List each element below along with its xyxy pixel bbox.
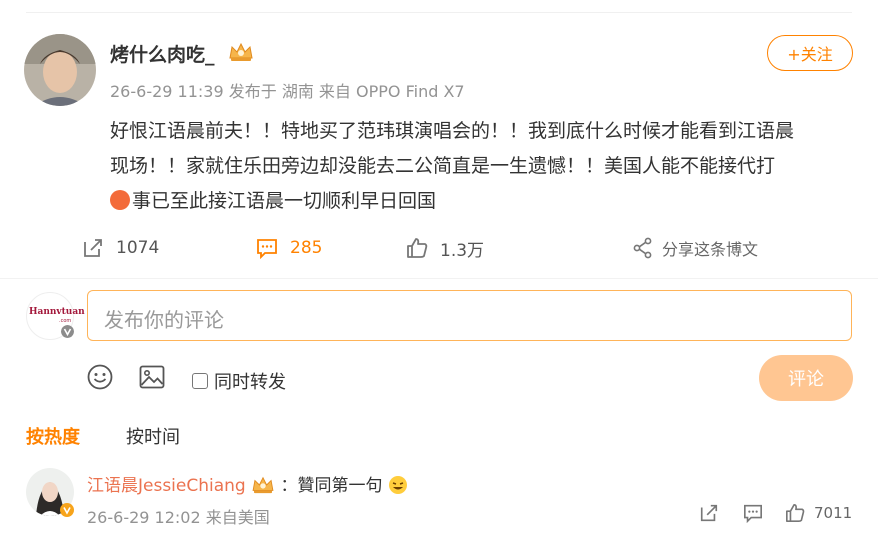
comment-input[interactable]: 发布你的评论 <box>87 290 852 341</box>
image-icon[interactable] <box>139 365 165 389</box>
like-count: 1.3万 <box>440 240 485 261</box>
comment-icon[interactable] <box>742 503 764 523</box>
like-button[interactable]: 1.3万 <box>406 236 485 261</box>
checkbox-box[interactable] <box>192 373 208 389</box>
post-content: 好恨江语晨前夫！！特地买了范玮琪演唱会的！！我到底什么时候才能看到江语晨 现场！… <box>110 114 870 219</box>
comment-source: 来自美国 <box>205 508 270 527</box>
repost-icon <box>84 239 102 257</box>
commenter-name[interactable]: 江语晨JessieChiang <box>87 476 246 496</box>
comment-icon <box>257 239 277 259</box>
repost-icon[interactable] <box>698 503 720 523</box>
post-location: 发布于 湖南 <box>228 82 314 101</box>
top-divider <box>26 12 852 13</box>
emoji-icon[interactable] <box>87 364 113 390</box>
post-meta: 26-6-29 11:39 发布于 湖南 来自 OPPO Find X7 <box>110 78 465 102</box>
comment-like-count: 7011 <box>814 504 853 522</box>
submit-comment-button[interactable]: 评论 <box>759 355 853 401</box>
repost-checkbox[interactable]: 同时转发 <box>192 368 286 394</box>
comment-line: 江语晨JessieChiang ：贊同第一句 <box>87 471 408 496</box>
follow-button[interactable]: +关注 <box>767 35 853 71</box>
post-source: 来自 OPPO Find X7 <box>318 82 465 101</box>
laughing-emoji-icon <box>388 476 407 494</box>
angry-emoji-icon <box>110 190 130 210</box>
post-text-line: 好恨江语晨前夫！！特地买了范玮琪演唱会的！！我到底什么时候才能看到江语晨 <box>110 120 795 142</box>
tab-sort-hot[interactable]: 按热度 <box>26 423 80 449</box>
comment-meta: 26-6-29 12:02 来自美国 <box>87 504 270 528</box>
comment-time: 26-6-29 12:02 <box>87 508 201 527</box>
comment-actions: 7011 <box>698 503 852 523</box>
post-text-line: 现场！！家就住乐田旁边却没能去二公简直是一生遗憾！！美国人能不能接代打 <box>110 155 776 177</box>
crown-badge-icon <box>252 476 274 494</box>
post-time[interactable]: 26-6-29 11:39 <box>110 82 224 101</box>
my-avatar[interactable]: Hannvtuan .com <box>26 292 85 340</box>
comment-text: ：贊同第一句 <box>280 476 383 496</box>
repost-checkbox-label: 同时转发 <box>214 372 286 393</box>
author-name[interactable]: 烤什么肉吃_ <box>110 40 215 67</box>
like-icon <box>407 238 428 258</box>
comment-count: 285 <box>290 238 323 258</box>
crown-badge-icon <box>228 42 254 66</box>
my-avatar-logo: Hannvtuan <box>29 307 85 317</box>
comment-button[interactable]: 285 <box>256 236 322 260</box>
section-divider <box>0 278 878 279</box>
repost-button[interactable]: 1074 <box>82 236 159 260</box>
repost-count: 1074 <box>116 238 160 258</box>
tab-sort-time[interactable]: 按时间 <box>126 423 180 449</box>
verified-icon <box>61 325 74 338</box>
share-icon <box>633 237 652 259</box>
share-button[interactable]: 分享这条博文 <box>632 236 758 260</box>
share-label: 分享这条博文 <box>662 240 759 259</box>
verified-gold-icon <box>60 503 74 517</box>
post-text-line: 事已至此接江语晨一切顺利早日回国 <box>132 190 437 212</box>
like-icon[interactable] <box>784 503 806 523</box>
author-avatar[interactable] <box>24 34 96 106</box>
my-avatar-logo-sub: .com <box>59 318 72 324</box>
